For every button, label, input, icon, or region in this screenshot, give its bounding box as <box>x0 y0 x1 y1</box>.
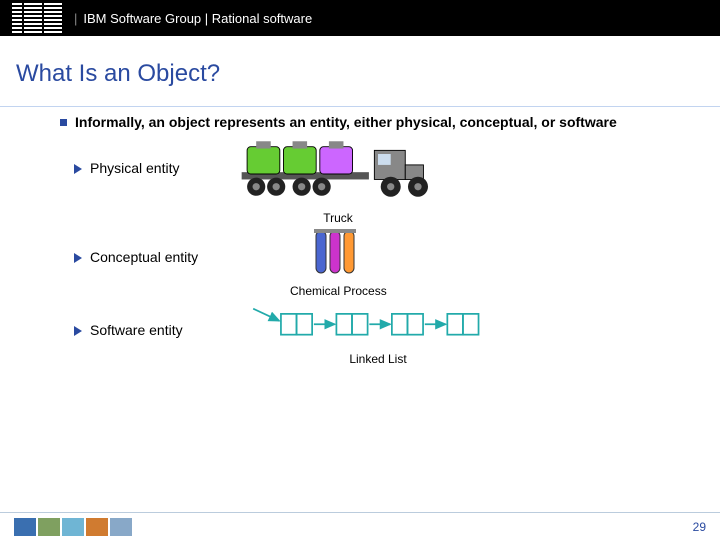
title-area: What Is an Object? <box>0 36 720 96</box>
slide-content: Informally, an object represents an enti… <box>0 107 720 366</box>
entity-caption: Truck <box>323 211 353 225</box>
entity-caption: Linked List <box>349 352 406 366</box>
main-bullet-text: Informally, an object represents an enti… <box>75 113 617 132</box>
slide-title: What Is an Object? <box>16 60 704 88</box>
footer-image-strip <box>14 518 132 536</box>
linked-list-icon <box>248 304 508 348</box>
entity-label: Physical entity <box>90 160 230 176</box>
entity-physical: Physical entity <box>60 142 680 225</box>
entity-label: Software entity <box>90 322 230 338</box>
test-tubes-icon <box>308 225 368 280</box>
truck-icon <box>238 134 438 207</box>
arrow-bullet-icon <box>74 326 82 336</box>
page-number: 29 <box>693 520 706 534</box>
entity-label: Conceptual entity <box>90 249 230 265</box>
header-group-text: IBM Software Group | Rational software <box>83 11 312 26</box>
slide-header: | IBM Software Group | Rational software <box>0 0 720 36</box>
main-bullet: Informally, an object represents an enti… <box>60 113 680 132</box>
entity-caption: Chemical Process <box>290 284 387 298</box>
slide-footer: 29 <box>0 512 720 540</box>
arrow-bullet-icon <box>74 164 82 174</box>
header-separator: | <box>74 11 77 26</box>
entity-conceptual: Conceptual entity Chemical Process <box>60 231 680 298</box>
ibm-logo-icon <box>12 3 62 33</box>
entity-software: Software entity <box>60 304 680 366</box>
square-bullet-icon <box>60 119 67 126</box>
arrow-bullet-icon <box>74 253 82 263</box>
